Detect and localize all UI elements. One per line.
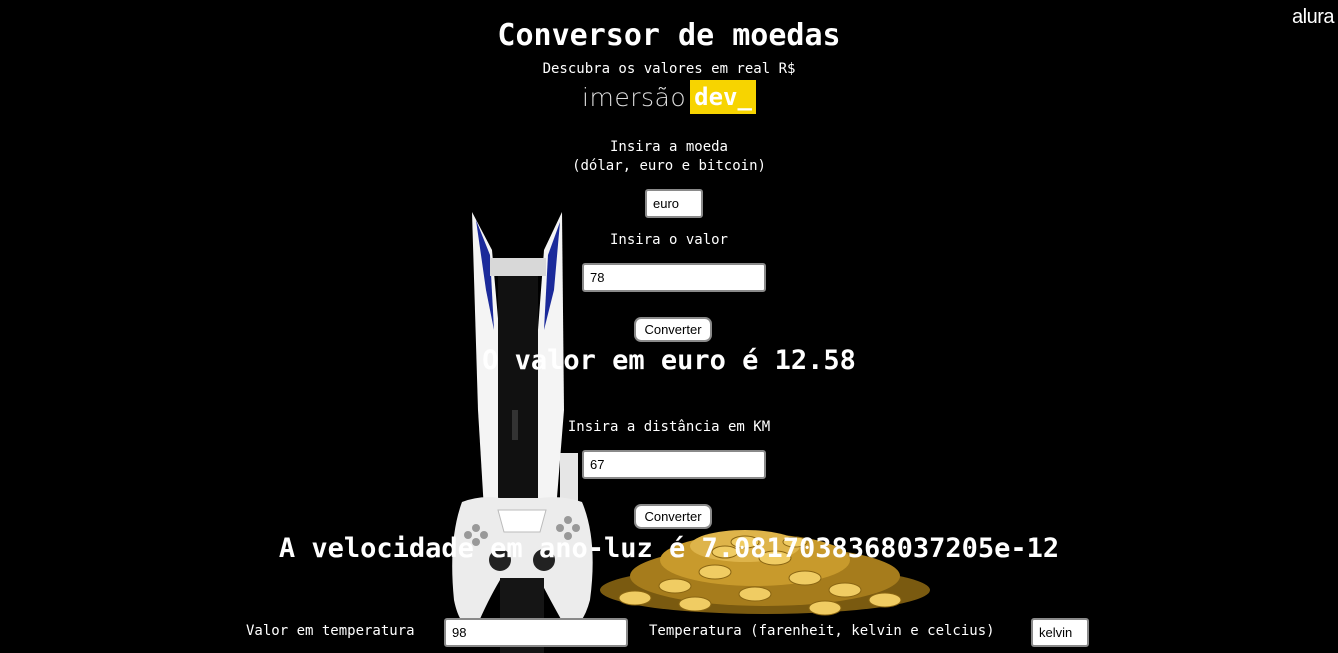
temperature-unit-label: Temperatura (farenheit, kelvin e celcius… [649, 623, 995, 639]
distance-label: Insira a distância em KM [567, 419, 771, 435]
logo-text: imersão [582, 82, 687, 112]
logo-tag: dev_ [690, 80, 756, 114]
temperature-unit-input[interactable] [1031, 618, 1089, 647]
imersao-dev-logo: imersão dev_ [0, 80, 1338, 114]
amount-input[interactable] [582, 263, 766, 292]
temperature-value-label: Valor em temperatura [246, 623, 415, 639]
convert-currency-button[interactable]: Converter [634, 317, 712, 342]
temperature-value-input[interactable] [444, 618, 628, 647]
currency-result: O valor em euro é 12.58 [482, 345, 856, 376]
distance-result: A velocidade em ano-luz é 7.081703836803… [278, 533, 1060, 564]
page-title: Conversor de moedas [497, 18, 841, 53]
page-subtitle: Descubra os valores em real R$ [542, 61, 796, 77]
convert-distance-button[interactable]: Converter [634, 504, 712, 529]
amount-label: Insira o valor [609, 232, 728, 248]
currency-input[interactable] [645, 189, 703, 218]
currency-label: Insira a moeda [609, 139, 728, 155]
currency-hint: (dólar, euro e bitcoin) [572, 158, 766, 174]
distance-input[interactable] [582, 450, 766, 479]
